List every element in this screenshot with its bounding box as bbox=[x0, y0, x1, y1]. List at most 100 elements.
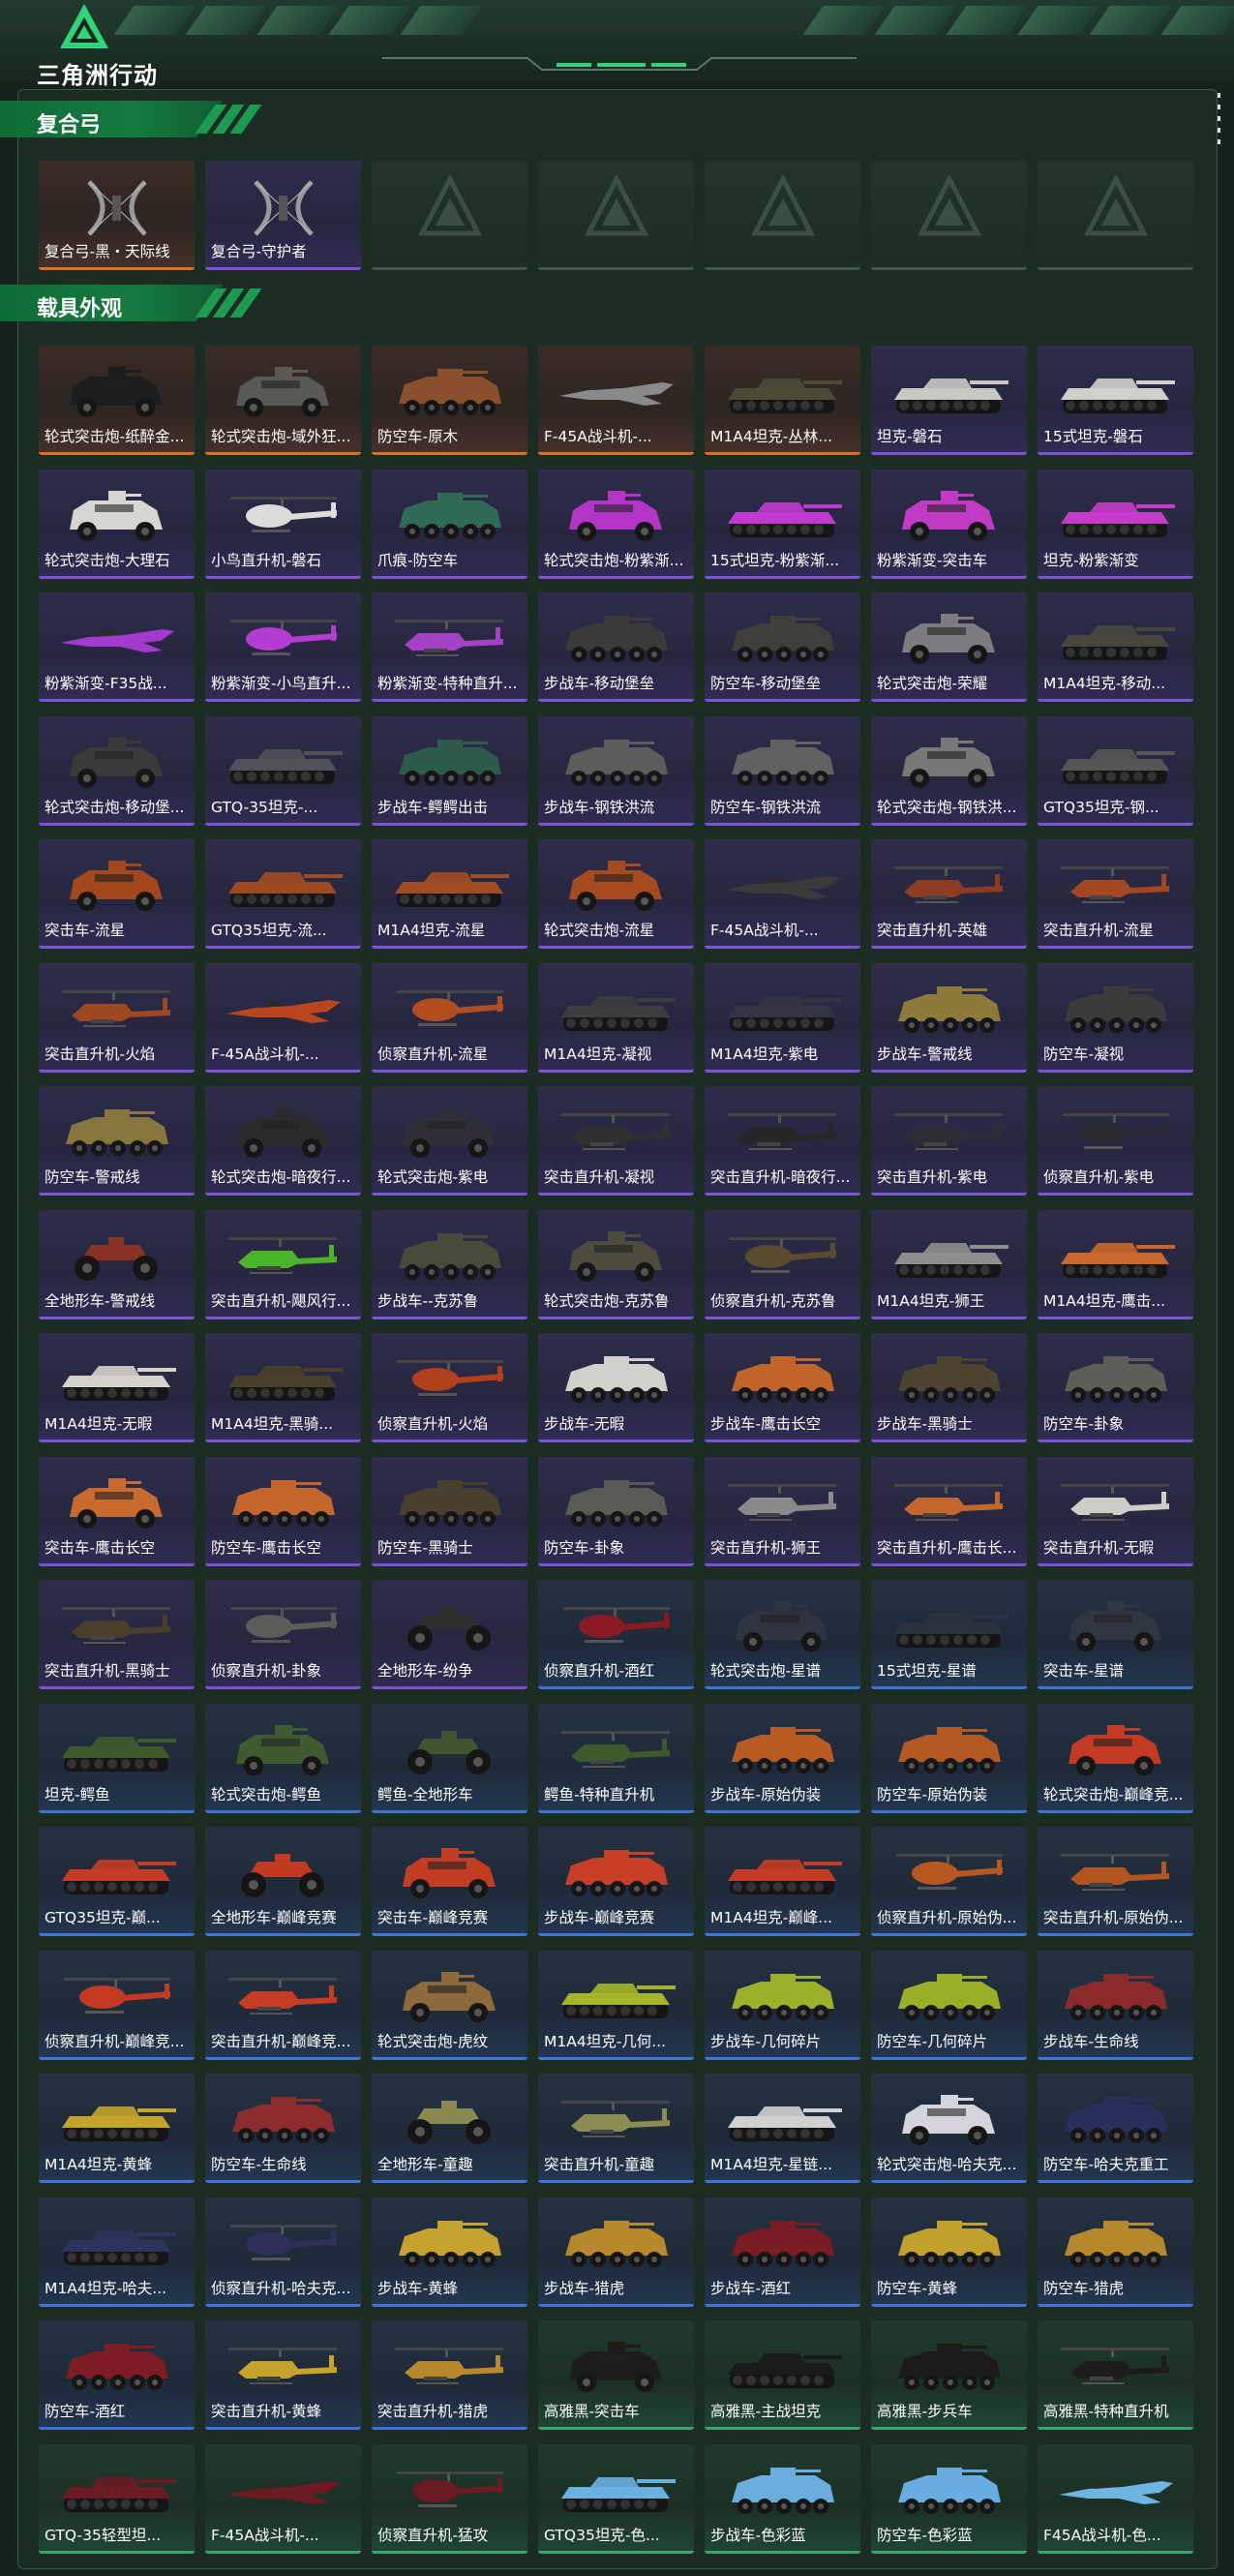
vehicle-skin-item[interactable]: 坦克-磐石 bbox=[871, 346, 1027, 455]
vehicle-skin-item[interactable]: M1A4坦克-丛林... bbox=[705, 346, 860, 455]
vehicle-skin-item[interactable]: 坦克-粉紫渐变 bbox=[1038, 470, 1193, 579]
vehicle-skin-item[interactable]: 小鸟直升机-磐石 bbox=[205, 470, 361, 579]
vehicle-skin-item[interactable]: GTQ35坦克-巅... bbox=[39, 1827, 195, 1936]
vehicle-skin-item[interactable]: 突击车-流星 bbox=[39, 839, 195, 949]
vehicle-skin-item[interactable]: 粉紫渐变-特种直升... bbox=[372, 592, 527, 702]
vehicle-skin-item[interactable]: 轮式突击炮-纸醉金... bbox=[39, 346, 195, 455]
vehicle-skin-item[interactable]: 防空车-猎虎 bbox=[1038, 2197, 1193, 2307]
vehicle-skin-item[interactable]: M1A4坦克-无暇 bbox=[39, 1333, 195, 1442]
vehicle-skin-item[interactable]: 突击直升机-英雄 bbox=[871, 839, 1027, 949]
vehicle-skin-item[interactable]: 鳄鱼-特种直升机 bbox=[538, 1704, 694, 1813]
vehicle-skin-item[interactable]: 突击车-星谱 bbox=[1038, 1580, 1193, 1689]
vehicle-skin-item[interactable]: 粉紫渐变-F35战... bbox=[39, 592, 195, 702]
vehicle-skin-item[interactable]: 鳄鱼-全地形车 bbox=[372, 1704, 527, 1813]
vehicle-skin-item[interactable]: 突击直升机-狮王 bbox=[705, 1457, 860, 1566]
vehicle-skin-item[interactable]: 防空车-原始伪装 bbox=[871, 1704, 1027, 1813]
vehicle-skin-item[interactable]: 防空车-钢铁洪流 bbox=[705, 716, 860, 826]
vehicle-skin-item[interactable]: 步战车-钢铁洪流 bbox=[538, 716, 694, 826]
vehicle-skin-item[interactable]: M1A4坦克-凝视 bbox=[538, 963, 694, 1073]
vehicle-skin-item[interactable]: 防空车-酒红 bbox=[39, 2320, 195, 2430]
vehicle-skin-item[interactable]: GTQ35坦克-色... bbox=[538, 2444, 694, 2554]
vehicle-skin-item[interactable]: M1A4坦克-狮王 bbox=[871, 1210, 1027, 1319]
vehicle-skin-item[interactable]: 防空车-卦象 bbox=[1038, 1333, 1193, 1442]
vehicle-skin-item[interactable]: 侦察直升机-巅峰竞... bbox=[39, 1951, 195, 2060]
vehicle-skin-item[interactable]: 高雅黑-步兵车 bbox=[871, 2320, 1027, 2430]
vehicle-skin-item[interactable]: 全地形车-纷争 bbox=[372, 1580, 527, 1689]
vehicle-skin-item[interactable]: 防空车-几何碎片 bbox=[871, 1951, 1027, 2060]
vehicle-skin-item[interactable]: 突击直升机-童趣 bbox=[538, 2074, 694, 2183]
vehicle-skin-item[interactable]: 突击直升机-鹰击长... bbox=[871, 1457, 1027, 1566]
vehicle-skin-item[interactable]: 突击直升机-流星 bbox=[1038, 839, 1193, 949]
vehicle-skin-item[interactable]: 轮式突击炮-紫电 bbox=[372, 1086, 527, 1196]
vehicle-skin-item[interactable]: M1A4坦克-哈夫... bbox=[39, 2197, 195, 2307]
vehicle-skin-item[interactable]: 步战车-警戒线 bbox=[871, 963, 1027, 1073]
vehicle-skin-item[interactable]: 轮式突击炮-钢铁洪... bbox=[871, 716, 1027, 826]
vehicle-skin-item[interactable]: 防空车-色彩蓝 bbox=[871, 2444, 1027, 2554]
vehicle-skin-item[interactable]: 步战车-无暇 bbox=[538, 1333, 694, 1442]
vehicle-skin-item[interactable]: 侦察直升机-火焰 bbox=[372, 1333, 527, 1442]
vehicle-skin-item[interactable]: 突击直升机-猎虎 bbox=[372, 2320, 527, 2430]
vehicle-skin-item[interactable]: 步战车-黄蜂 bbox=[372, 2197, 527, 2307]
vehicle-skin-item[interactable]: M1A4坦克-黄蜂 bbox=[39, 2074, 195, 2183]
vehicle-skin-item[interactable]: 侦察直升机-流星 bbox=[372, 963, 527, 1073]
vehicle-skin-item[interactable]: 高雅黑-特种直升机 bbox=[1038, 2320, 1193, 2430]
vehicle-skin-item[interactable]: 粉紫渐变-突击车 bbox=[871, 470, 1027, 579]
vehicle-skin-item[interactable]: 轮式突击炮-荣耀 bbox=[871, 592, 1027, 702]
vehicle-skin-item[interactable]: M1A4坦克-巅峰... bbox=[705, 1827, 860, 1936]
vehicle-skin-item[interactable]: 侦察直升机-猛攻 bbox=[372, 2444, 527, 2554]
vehicle-skin-item[interactable]: 轮式突击炮-巅峰竞... bbox=[1038, 1704, 1193, 1813]
vehicle-skin-item[interactable]: M1A4坦克-几何... bbox=[538, 1951, 694, 2060]
vehicle-skin-item[interactable]: 防空车-黄蜂 bbox=[871, 2197, 1027, 2307]
vehicle-skin-item[interactable]: 突击直升机-黑骑士 bbox=[39, 1580, 195, 1689]
vehicle-skin-item[interactable]: 突击直升机-凝视 bbox=[538, 1086, 694, 1196]
vehicle-skin-item[interactable]: 轮式突击炮-暗夜行... bbox=[205, 1086, 361, 1196]
vehicle-skin-item[interactable]: 突击车-巅峰竞赛 bbox=[372, 1827, 527, 1936]
vehicle-skin-item[interactable]: 突击直升机-火焰 bbox=[39, 963, 195, 1073]
vehicle-skin-item[interactable]: 高雅黑-主战坦克 bbox=[705, 2320, 860, 2430]
vehicle-skin-item[interactable]: 防空车-鹰击长空 bbox=[205, 1457, 361, 1566]
vehicle-skin-item[interactable]: M1A4坦克-流星 bbox=[372, 839, 527, 949]
vehicle-skin-item[interactable]: 步战车-猎虎 bbox=[538, 2197, 694, 2307]
vehicle-skin-item[interactable]: GTQ-35轻型坦... bbox=[39, 2444, 195, 2554]
vehicle-skin-item[interactable]: 侦察直升机-酒红 bbox=[538, 1580, 694, 1689]
vehicle-skin-item[interactable]: 全地形车-童趣 bbox=[372, 2074, 527, 2183]
vehicle-skin-item[interactable]: 步战车-移动堡垒 bbox=[538, 592, 694, 702]
vehicle-skin-item[interactable]: 轮式突击炮-哈夫克... bbox=[871, 2074, 1027, 2183]
vehicle-skin-item[interactable]: 步战车-色彩蓝 bbox=[705, 2444, 860, 2554]
vehicle-skin-item[interactable]: 突击直升机-飓风行... bbox=[205, 1210, 361, 1319]
vehicle-skin-item[interactable]: 步战车--克苏鲁 bbox=[372, 1210, 527, 1319]
vehicle-skin-item[interactable]: 爪痕-防空车 bbox=[372, 470, 527, 579]
vehicle-skin-item[interactable]: 突击直升机-巅峰竞... bbox=[205, 1951, 361, 2060]
vehicle-skin-item[interactable]: 侦察直升机-原始伪... bbox=[871, 1827, 1027, 1936]
vehicle-skin-item[interactable]: 突击直升机-原始伪... bbox=[1038, 1827, 1193, 1936]
vehicle-skin-item[interactable]: 防空车-凝视 bbox=[1038, 963, 1193, 1073]
vehicle-skin-item[interactable]: 突击直升机-无暇 bbox=[1038, 1457, 1193, 1566]
vehicle-skin-item[interactable]: 侦察直升机-哈夫克... bbox=[205, 2197, 361, 2307]
vehicle-skin-item[interactable]: 步战车-鹰击长空 bbox=[705, 1333, 860, 1442]
vehicle-skin-item[interactable]: F-45A战斗机-... bbox=[205, 2444, 361, 2554]
vehicle-skin-item[interactable]: 步战车-生命线 bbox=[1038, 1951, 1193, 2060]
vehicle-skin-item[interactable]: 防空车-生命线 bbox=[205, 2074, 361, 2183]
vehicle-skin-item[interactable]: 轮式突击炮-域外狂... bbox=[205, 346, 361, 455]
vehicle-skin-item[interactable]: 步战车-几何碎片 bbox=[705, 1951, 860, 2060]
vehicle-skin-item[interactable]: 坦克-鳄鱼 bbox=[39, 1704, 195, 1813]
bow-skin-item[interactable]: 复合弓-黑・天际线 bbox=[39, 161, 195, 270]
vehicle-skin-item[interactable]: 突击直升机-黄蜂 bbox=[205, 2320, 361, 2430]
vehicle-skin-item[interactable]: 防空车-原木 bbox=[372, 346, 527, 455]
vehicle-skin-item[interactable]: 轮式突击炮-克苏鲁 bbox=[538, 1210, 694, 1319]
vehicle-skin-item[interactable]: 突击直升机-紫电 bbox=[871, 1086, 1027, 1196]
vehicle-skin-item[interactable]: 轮式突击炮-移动堡... bbox=[39, 716, 195, 826]
vehicle-skin-item[interactable]: GTQ35坦克-钢... bbox=[1038, 716, 1193, 826]
vehicle-skin-item[interactable]: 轮式突击炮-流星 bbox=[538, 839, 694, 949]
vehicle-skin-item[interactable]: M1A4坦克-紫电 bbox=[705, 963, 860, 1073]
bow-skin-item[interactable]: 复合弓-守护者 bbox=[205, 161, 361, 270]
vehicle-skin-item[interactable]: 全地形车-巅峰竞赛 bbox=[205, 1827, 361, 1936]
vehicle-skin-item[interactable]: M1A4坦克-星链... bbox=[705, 2074, 860, 2183]
vehicle-skin-item[interactable]: 防空车-卦象 bbox=[538, 1457, 694, 1566]
vehicle-skin-item[interactable]: 15式坦克-星谱 bbox=[871, 1580, 1027, 1689]
vehicle-skin-item[interactable]: 侦察直升机-克苏鲁 bbox=[705, 1210, 860, 1319]
vehicle-skin-item[interactable]: 防空车-哈夫克重工 bbox=[1038, 2074, 1193, 2183]
vehicle-skin-item[interactable]: 步战车-酒红 bbox=[705, 2197, 860, 2307]
vehicle-skin-item[interactable]: M1A4坦克-鹰击... bbox=[1038, 1210, 1193, 1319]
vehicle-skin-item[interactable]: 防空车-移动堡垒 bbox=[705, 592, 860, 702]
